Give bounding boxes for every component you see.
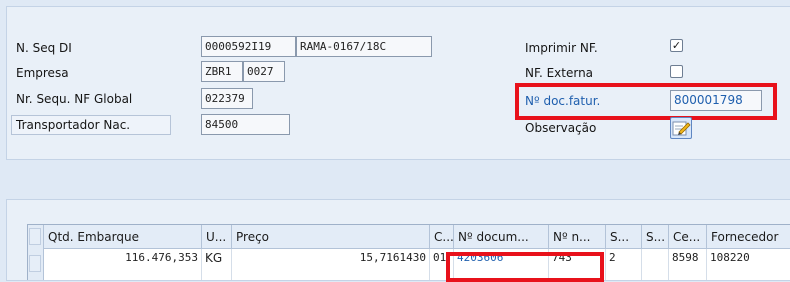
edit-note-icon[interactable] <box>670 117 692 139</box>
observacao-label: Observação <box>525 121 597 135</box>
cell-centro[interactable]: 8598 <box>669 249 707 280</box>
row-selector[interactable] <box>29 255 41 272</box>
col-header-unidade[interactable]: U... <box>202 225 232 249</box>
cell-nf-number[interactable]: 743 <box>549 249 606 280</box>
empresa-field-1[interactable]: ZBR1 <box>201 61 243 82</box>
nf-global-field[interactable]: 022379 <box>201 88 253 109</box>
cell-c[interactable]: 01 <box>430 249 454 280</box>
cell-s1[interactable]: 2 <box>606 249 642 280</box>
col-header-nf-number[interactable]: Nº n... <box>549 225 606 249</box>
col-header-fornecedor[interactable]: Fornecedor <box>707 225 790 249</box>
cell-preco[interactable]: 15,7161430 <box>232 249 430 280</box>
transportador-field[interactable]: 84500 <box>201 114 290 135</box>
col-header-qtd-embarque[interactable]: Qtd. Embarque <box>44 225 202 249</box>
empresa-field-2[interactable]: 0027 <box>243 61 285 82</box>
empresa-label: Empresa <box>16 66 69 80</box>
doc-fatur-field[interactable]: 800001798 <box>670 90 762 111</box>
col-header-c[interactable]: C... <box>430 225 454 249</box>
seq-di-ref-field[interactable]: RAMA-0167/18C <box>296 36 432 57</box>
seq-di-label: N. Seq DI <box>16 41 72 55</box>
edit-note-icon-glyph <box>672 121 691 136</box>
row-selector-column <box>28 225 44 280</box>
col-header-doc-number[interactable]: Nº docum... <box>454 225 549 249</box>
col-header-preco[interactable]: Preço <box>232 225 430 249</box>
imprimir-nf-label: Imprimir NF. <box>525 41 598 55</box>
cell-fornecedor[interactable]: 108220 <box>707 249 790 280</box>
seq-di-field[interactable]: 0000592I19 <box>201 36 296 57</box>
cell-s2[interactable] <box>642 249 669 280</box>
cell-qtd-embarque[interactable]: 116.476,353 <box>44 249 202 280</box>
col-header-s2[interactable]: S... <box>642 225 669 249</box>
nf-global-label: Nr. Sequ. NF Global <box>16 92 133 106</box>
cell-unidade[interactable]: KG <box>202 249 232 280</box>
nf-externa-checkbox[interactable] <box>670 65 683 78</box>
select-all-cell[interactable] <box>29 228 41 245</box>
items-table: Qtd. Embarque U... Preço C... Nº docum..… <box>27 224 790 280</box>
nf-externa-label: NF. Externa <box>525 66 594 80</box>
doc-fatur-label: Nº doc.fatur. <box>525 94 601 108</box>
col-header-centro[interactable]: Ce... <box>669 225 707 249</box>
transportador-label: Transportador Nac. <box>16 118 131 132</box>
imprimir-nf-checkbox[interactable]: ✓ <box>670 39 683 52</box>
col-header-s1[interactable]: S... <box>606 225 642 249</box>
cell-doc-number-link[interactable]: 4203606 <box>454 249 549 280</box>
